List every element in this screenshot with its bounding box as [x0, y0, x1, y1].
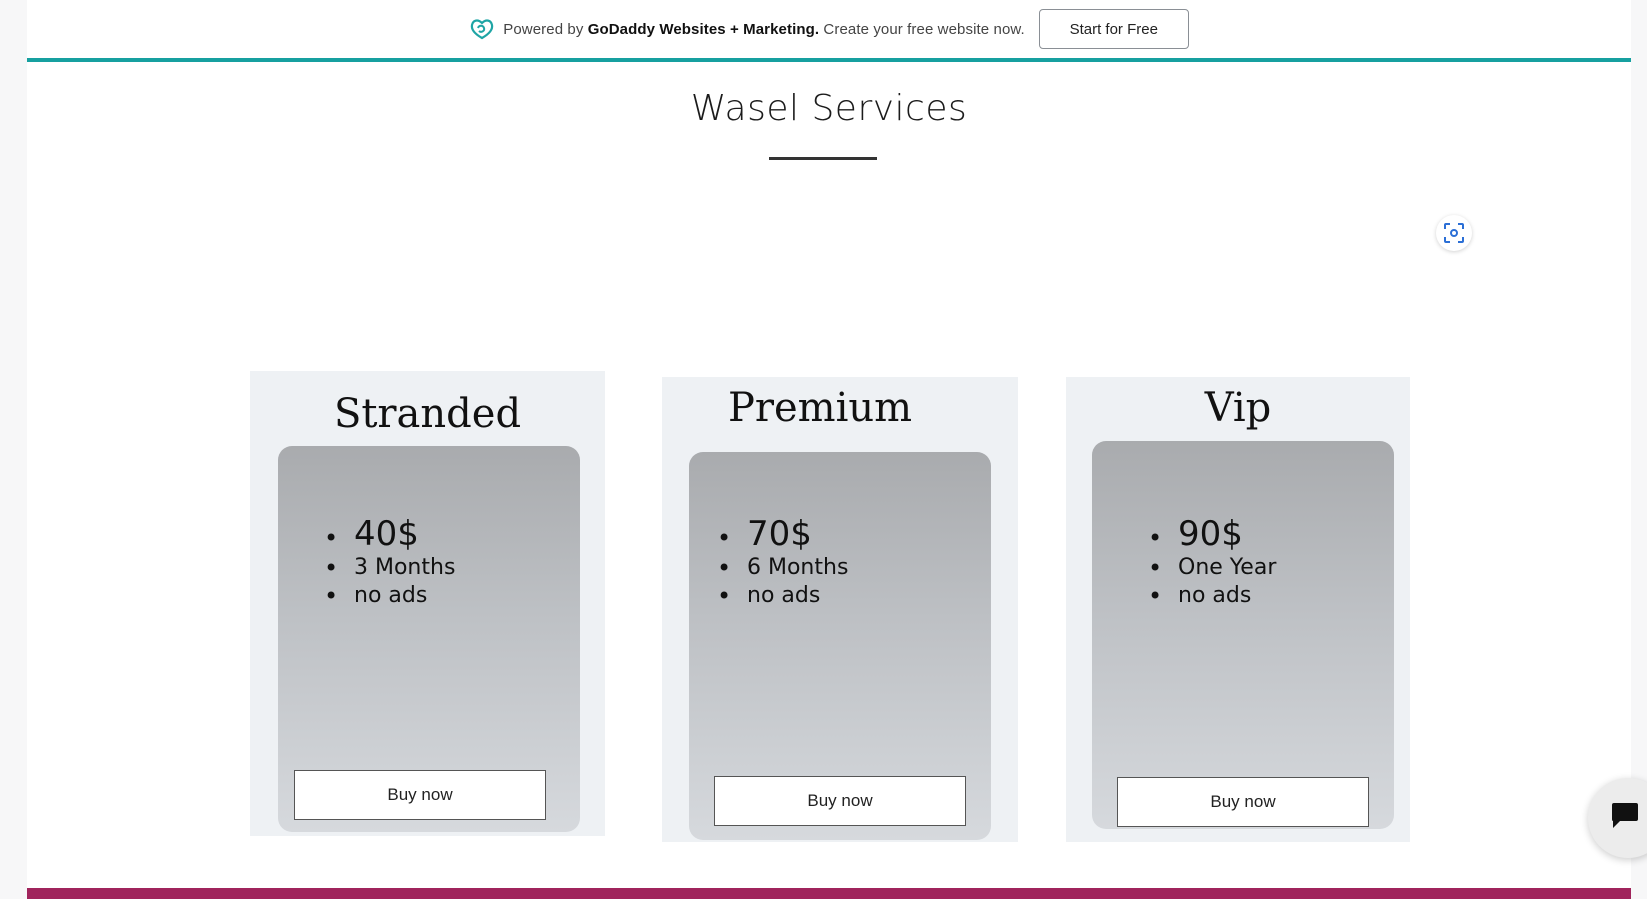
- plan-card-vip: Vip 90$ One Year no ads Buy now: [1066, 377, 1410, 842]
- plan-price: 70$: [717, 514, 848, 558]
- chat-icon: [1610, 802, 1640, 830]
- footer-bar: [27, 888, 1631, 899]
- plan-feature: no ads: [1148, 582, 1276, 610]
- title-underline: [769, 157, 877, 160]
- plan-feature: no ads: [324, 582, 455, 610]
- plan-duration: 3 Months: [324, 554, 455, 582]
- plan-name: Stranded: [333, 391, 522, 437]
- plan-card-stranded: Stranded 40$ 3 Months no ads Buy now: [250, 371, 605, 836]
- section-title: Wasel Services: [690, 88, 968, 129]
- chat-launcher-button[interactable]: [1588, 778, 1647, 858]
- buy-now-button-premium[interactable]: Buy now: [714, 776, 966, 826]
- plan-price: 40$: [324, 514, 455, 558]
- promo-prefix: Powered by: [503, 20, 588, 38]
- page-right-margin: [1631, 0, 1647, 899]
- promo-brand[interactable]: GoDaddy Websites + Marketing.: [588, 21, 819, 38]
- plan-duration: One Year: [1148, 554, 1276, 582]
- plan-feature: no ads: [717, 582, 848, 610]
- plan-card-premium: Premium 70$ 6 Months no ads Buy now: [662, 377, 1018, 842]
- promo-suffix: Create your free website now.: [819, 20, 1025, 38]
- plan-feature-list: 70$ 6 Months no ads: [717, 514, 848, 610]
- buy-now-button-stranded[interactable]: Buy now: [294, 770, 546, 820]
- plan-duration: 6 Months: [717, 554, 848, 582]
- plan-price: 90$: [1148, 514, 1276, 558]
- plan-feature-list: 90$ One Year no ads: [1148, 514, 1276, 610]
- godaddy-promo-bar: Powered by GoDaddy Websites + Marketing.…: [27, 0, 1631, 62]
- plan-name: Premium: [727, 385, 913, 431]
- buy-now-button-vip[interactable]: Buy now: [1117, 777, 1369, 827]
- page-left-margin: [0, 0, 27, 899]
- plan-name: Vip: [1204, 385, 1272, 431]
- promo-text: Powered by GoDaddy Websites + Marketing.…: [503, 21, 1025, 38]
- start-for-free-button[interactable]: Start for Free: [1038, 9, 1189, 49]
- plan-details-box: 90$ One Year no ads: [1092, 441, 1394, 829]
- focus-view-icon[interactable]: [1436, 215, 1472, 251]
- godaddy-logo-icon: [469, 17, 495, 41]
- plan-feature-list: 40$ 3 Months no ads: [324, 514, 455, 610]
